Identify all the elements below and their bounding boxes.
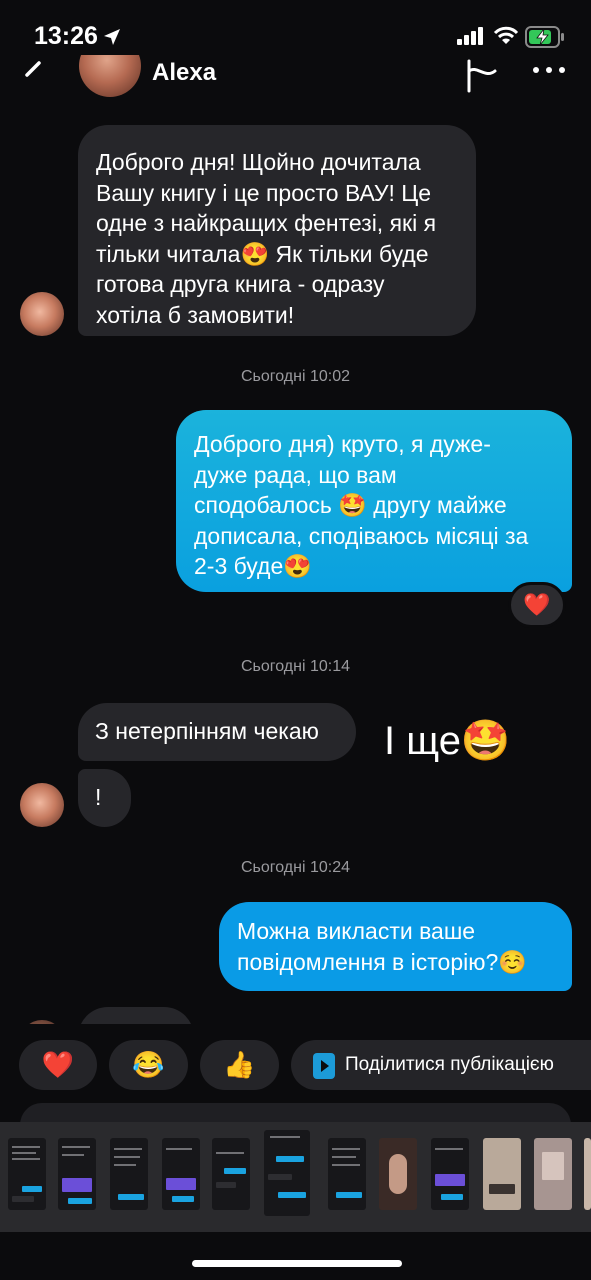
media-thumbnail[interactable] (58, 1138, 96, 1210)
quick-reaction-heart[interactable]: ❤️ (19, 1040, 97, 1090)
quick-reaction-thumbs-up[interactable]: 👍 (200, 1040, 279, 1090)
message-reaction[interactable]: ❤️ (508, 582, 566, 628)
contact-avatar[interactable] (79, 55, 141, 97)
media-thumbnail[interactable] (8, 1138, 46, 1210)
back-chevron-icon[interactable] (22, 61, 44, 89)
contact-avatar-small[interactable] (20, 292, 64, 336)
media-thumbnail[interactable] (212, 1138, 250, 1210)
incoming-message[interactable]: ! (78, 769, 131, 827)
share-publication-button[interactable]: Поділитися публікацією (291, 1040, 591, 1090)
outgoing-message[interactable]: Доброго дня) круто, я дуже- дуже рада, щ… (176, 410, 572, 592)
contact-name[interactable]: Alexa (152, 59, 216, 87)
battery-charging-icon (525, 26, 564, 48)
media-thumbnail[interactable] (431, 1138, 469, 1210)
location-arrow-icon (104, 29, 120, 45)
overlay-caption: І ще🤩 (384, 719, 511, 763)
incoming-message[interactable]: З нетерпінням чекаю (78, 703, 356, 761)
heart-icon: ❤️ (41, 1049, 75, 1080)
thumbs-up-icon: 👍 (223, 1049, 256, 1080)
message-thread[interactable]: Доброго дня! Щойно дочитала Вашу книгу і… (0, 107, 591, 1024)
media-thumbnail[interactable] (483, 1138, 521, 1210)
share-publication-label: Поділитися публікацією (345, 1054, 554, 1075)
message-timestamp: Сьогодні 10:24 (240, 859, 351, 876)
laughing-face-icon: 😂 (132, 1049, 165, 1080)
media-thumbnail[interactable] (328, 1138, 366, 1210)
message-text: Доброго дня) круто, я дуже- дуже рада, щ… (194, 431, 529, 579)
wifi-icon (493, 26, 519, 44)
media-thumbnail-strip (0, 1122, 591, 1232)
message-text: З нетерпінням чекаю (95, 718, 319, 744)
cellular-signal-icon (457, 27, 483, 45)
more-options-icon[interactable] (532, 65, 566, 75)
quick-reaction-laughing[interactable]: 😂 (109, 1040, 188, 1090)
outgoing-message[interactable]: Можна викласти ваше повідомлення в істор… (219, 902, 572, 991)
media-thumbnail[interactable] (162, 1138, 200, 1210)
contact-avatar-small (20, 1020, 64, 1024)
quick-replies-bar: ❤️ 😂 👍 Поділитися публікацією (0, 1040, 591, 1096)
media-thumbnail[interactable] (110, 1138, 148, 1210)
chat-header: Alexa (0, 55, 591, 107)
message-text: ! (95, 784, 102, 810)
home-indicator[interactable] (192, 1260, 402, 1267)
message-text: Можна викласти ваше повідомлення в істор… (237, 918, 527, 975)
message-text: Доброго дня! Щойно дочитала Вашу книгу і… (96, 149, 437, 328)
incoming-message[interactable]: Доброго дня! Щойно дочитала Вашу книгу і… (78, 125, 476, 336)
media-thumbnail[interactable] (584, 1138, 591, 1210)
media-thumbnail-selected[interactable] (264, 1130, 310, 1216)
media-thumbnail[interactable] (379, 1138, 417, 1210)
media-thumbnail[interactable] (534, 1138, 572, 1210)
message-timestamp: Сьогодні 10:14 (240, 658, 351, 675)
play-icon (313, 1053, 335, 1079)
flag-icon[interactable] (465, 59, 499, 93)
status-time: 13:26 (34, 22, 98, 50)
contact-avatar-small[interactable] (20, 783, 64, 827)
message-timestamp: Сьогодні 10:02 (240, 368, 351, 385)
incoming-message-partial[interactable] (78, 1007, 194, 1024)
